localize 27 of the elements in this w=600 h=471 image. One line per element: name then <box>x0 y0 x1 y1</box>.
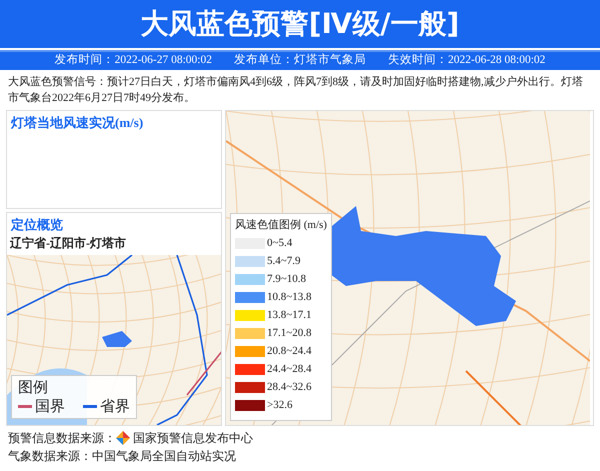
panel-title: 灯塔当地风速实况(m/s) <box>10 114 144 132</box>
legend-title: 图例 <box>18 378 49 397</box>
legend-label: 20.8~24.4 <box>267 344 312 359</box>
meta-text: 发布单位：灯塔市气象局 <box>234 52 366 68</box>
panel-title: 定位概览 <box>10 216 64 234</box>
meta-text: 发布时间：2022-06-27 08:00:02 <box>54 52 212 68</box>
legend-label: 5.4~7.9 <box>267 254 300 269</box>
source-text: 国家预警信息发布中心 <box>133 430 253 447</box>
legend-label: >32.6 <box>267 398 292 413</box>
legend-label: 省界 <box>100 397 130 416</box>
region-text: 辽宁省-辽阳市-灯塔市 <box>9 235 127 252</box>
legend-label: 28.4~32.6 <box>267 380 312 395</box>
legend-label: 7.9~10.8 <box>267 272 306 287</box>
legend-title: 风速色值图例 (m/s) <box>235 218 327 233</box>
source-label: 预警信息数据来源： <box>8 430 116 447</box>
warning-title: 大风蓝色预警[Ⅳ级/一般] <box>0 0 600 48</box>
source-label: 气象数据来源： <box>8 448 92 465</box>
legend-label: 24.4~28.4 <box>267 362 312 377</box>
meta-text: 失效时间：2022-06-28 08:00:02 <box>388 52 546 68</box>
legend-label: 10.8~13.8 <box>267 290 312 305</box>
warning-description: 大风蓝色预警信号：预计27日白天，灯塔市偏南风4到6级，阵风7到8级，请及时加固好临时搭建物,减少户外出行。灯塔市气象台2022年6月27日7时49分发布。 <box>7 74 584 106</box>
source-text: 中国气象局全国自动站实况 <box>92 448 236 465</box>
diamond-logo-icon <box>116 431 130 445</box>
legend-label: 13.8~17.1 <box>267 308 312 323</box>
legend-label: 国界 <box>35 397 65 416</box>
legend-label: 17.1~20.8 <box>267 326 312 341</box>
legend-label: 0~5.4 <box>267 236 292 251</box>
